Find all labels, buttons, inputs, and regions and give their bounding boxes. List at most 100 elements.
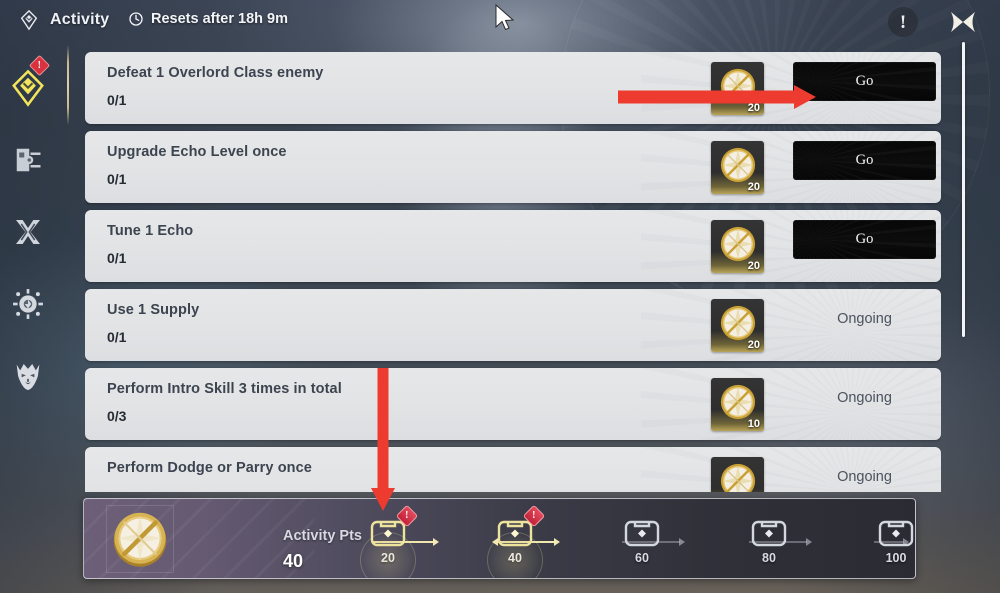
activity-points-value: 40 — [283, 551, 304, 571]
connector-arrow-icon — [433, 538, 439, 546]
sun-compass-icon — [13, 289, 43, 319]
activity-pts-medallion — [720, 306, 755, 341]
task-row[interactable]: Perform Intro Skill 3 times in total 0/3… — [85, 368, 941, 440]
milestone-chest — [750, 516, 788, 548]
task-action-status: Ongoing — [793, 457, 936, 492]
task-action-label: Go — [855, 231, 874, 247]
top-right-buttons: ! — [888, 5, 980, 39]
reward-count: 20 — [747, 181, 760, 193]
task-text-group: Perform Dodge or Parry once — [107, 460, 312, 487]
task-reward: 20 — [711, 141, 764, 194]
reward-chest-icon — [624, 520, 660, 547]
milestone-chest: ! — [496, 504, 546, 548]
sidebar-item-missions[interactable] — [0, 124, 56, 196]
sidebar-item-combat[interactable] — [0, 196, 56, 268]
task-progress: 0/3 — [107, 408, 127, 424]
milestone-chest — [877, 516, 915, 548]
task-reward: 20 — [711, 220, 764, 273]
task-name: Upgrade Echo Level once — [107, 144, 287, 160]
task-action-status: Ongoing — [793, 378, 936, 417]
reward-count: 20 — [747, 102, 760, 114]
crossed-blades-icon — [16, 220, 40, 244]
task-text-group: Perform Intro Skill 3 times in total 0/3 — [107, 381, 342, 424]
task-progress: 0/1 — [107, 92, 127, 108]
task-action-status: Ongoing — [793, 299, 936, 338]
reset-timer-text: Resets after 18h 9m — [151, 11, 289, 27]
info-icon: ! — [899, 11, 907, 33]
activity-pts-medallion — [720, 385, 755, 420]
oni-mask-icon — [16, 363, 40, 391]
reward-count: 10 — [747, 418, 760, 430]
active-tab-accent-line — [67, 45, 69, 125]
task-action-label: Go — [855, 152, 874, 168]
task-action-button[interactable]: Go — [793, 220, 936, 259]
reward-count: 20 — [747, 339, 760, 351]
activity-pts-medallion — [720, 464, 755, 492]
sidebar-item-exploration[interactable] — [0, 268, 56, 340]
task-reward: 20 — [711, 62, 764, 115]
milestone-label: 20 — [381, 551, 395, 565]
task-name: Defeat 1 Overlord Class enemy — [107, 65, 324, 81]
connector-arrow-icon — [679, 538, 685, 546]
sidebar-item-boss[interactable] — [0, 340, 56, 412]
task-name: Perform Intro Skill 3 times in total — [107, 381, 342, 397]
close-x-icon — [951, 12, 975, 32]
activity-diamond-icon — [12, 69, 44, 107]
sidebar-item-activity[interactable]: ! — [0, 52, 56, 124]
task-action-label: Go — [855, 73, 874, 89]
task-progress: 0/1 — [107, 329, 127, 345]
task-progress: 0/1 — [107, 171, 127, 187]
page-title: Activity — [18, 9, 109, 31]
info-button[interactable]: ! — [888, 7, 918, 37]
task-row[interactable]: Use 1 Supply 0/1 20 Ongoing — [85, 289, 941, 361]
task-name: Perform Dodge or Parry once — [107, 460, 312, 476]
clock-icon — [129, 12, 143, 26]
task-action-label: Ongoing — [837, 310, 892, 327]
activity-pts-medallion — [720, 227, 755, 262]
top-bar: Activity Resets after 18h 9m ! — [0, 0, 1000, 46]
milestone-node-100[interactable]: 100 — [866, 516, 915, 572]
task-name: Tune 1 Echo — [107, 223, 194, 239]
reward-count: 20 — [747, 260, 760, 272]
task-reward — [711, 457, 764, 492]
milestone-node-60[interactable]: 60 — [612, 516, 672, 572]
task-progress: 0/1 — [107, 250, 127, 266]
task-action-button[interactable]: Go — [793, 62, 936, 101]
task-action-label: Ongoing — [837, 389, 892, 406]
activity-pts-medallion — [720, 148, 755, 183]
task-row[interactable]: Perform Dodge or Parry once Ongoing — [85, 447, 941, 492]
milestone-chest: ! — [369, 504, 419, 548]
list-scrollbar[interactable] — [962, 42, 965, 337]
task-text-group: Upgrade Echo Level once 0/1 — [107, 144, 287, 187]
reset-timer: Resets after 18h 9m — [128, 11, 288, 27]
connector-arrow-icon — [554, 538, 560, 546]
sidebar: ! — [0, 52, 56, 412]
milestone-node-80[interactable]: 80 — [739, 516, 799, 572]
close-button[interactable] — [946, 5, 980, 39]
task-row[interactable]: Defeat 1 Overlord Class enemy 0/1 20 Go — [85, 52, 941, 124]
milestone-label: 60 — [635, 551, 649, 565]
task-text-group: Use 1 Supply 0/1 — [107, 302, 199, 345]
task-reward: 10 — [711, 378, 764, 431]
milestone-chest — [623, 516, 661, 548]
task-row[interactable]: Upgrade Echo Level once 0/1 20 Go — [85, 131, 941, 203]
task-text-group: Tune 1 Echo 0/1 — [107, 223, 193, 266]
reward-chest-icon — [878, 520, 914, 547]
task-action-button[interactable]: Go — [793, 141, 936, 180]
connector-arrow-icon — [806, 538, 812, 546]
task-reward: 20 — [711, 299, 764, 352]
task-list[interactable]: Defeat 1 Overlord Class enemy 0/1 20 Go … — [85, 52, 941, 492]
task-name: Use 1 Supply — [107, 302, 200, 318]
milestone-node-20[interactable]: ! 20 — [358, 504, 419, 578]
mission-card-icon — [16, 148, 41, 172]
reward-chest-icon — [751, 520, 787, 547]
task-action-label: Ongoing — [837, 468, 892, 485]
milestone-label: 40 — [508, 551, 522, 565]
milestone-node-40[interactable]: ! 40 — [485, 504, 546, 578]
task-row[interactable]: Tune 1 Echo 0/1 20 Go — [85, 210, 941, 282]
task-text-group: Defeat 1 Overlord Class enemy 0/1 — [107, 65, 323, 108]
milestone-label: 80 — [762, 551, 776, 565]
milestone-label: 100 — [885, 551, 907, 565]
activity-pts-medallion — [113, 512, 167, 567]
activity-points-panel: Activity Pts 40 ! 20 ! 40 60 80 100 — [83, 498, 916, 579]
